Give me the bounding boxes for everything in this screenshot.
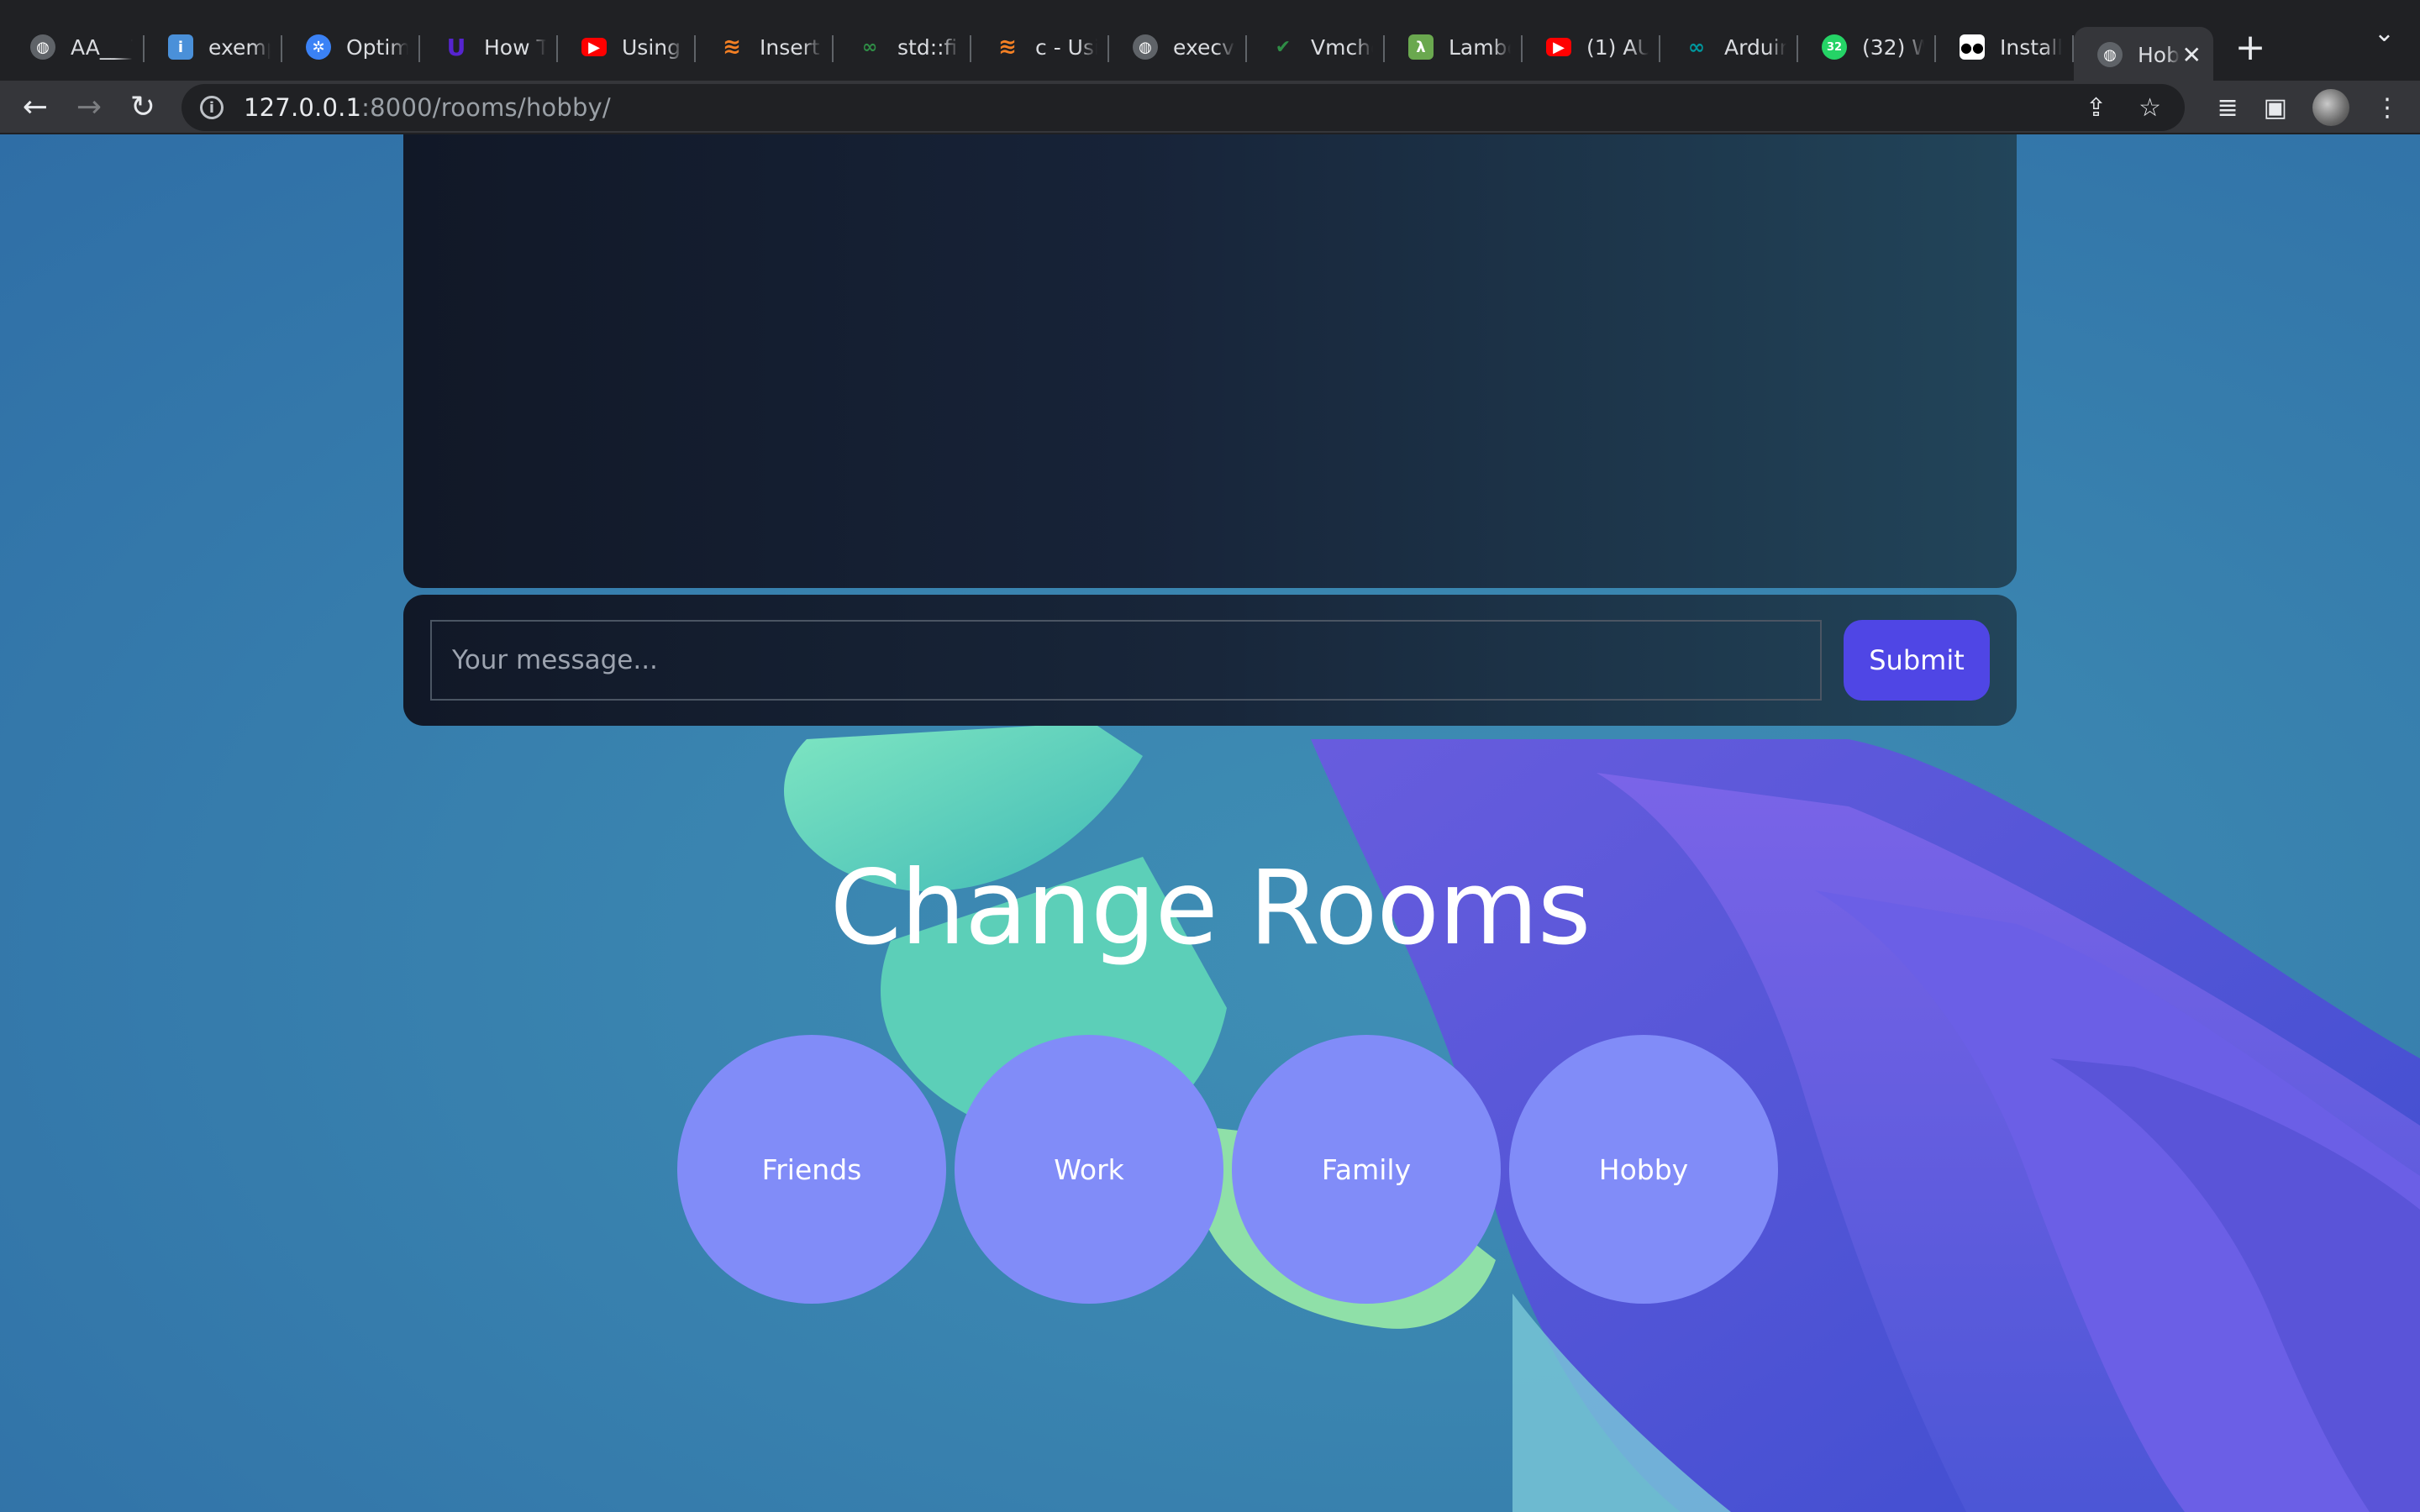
browser-toolbar: ← → ↻ i 127.0.0.1:8000/rooms/hobby/ ⇪ ☆ … <box>0 81 2420 134</box>
globe-icon: ◍ <box>30 34 55 60</box>
geeksforgeeks-icon: ∞ <box>861 36 878 58</box>
room-list: Friends Work Family Hobby <box>677 1035 1778 1305</box>
tab-search-chevron-icon[interactable]: ⌄ <box>2374 18 2395 48</box>
side-panel-icon[interactable]: ▣ <box>2264 93 2287 123</box>
browser-tab[interactable]: ✔Vmcheck <box>1247 20 1385 74</box>
browser-tab[interactable]: ✲Optimiz <box>282 20 420 74</box>
tab-list: ◍AA___T iexempl ✲Optimiz UHow To ▶Using … <box>0 13 2277 82</box>
whatsapp-icon: 32 <box>1822 34 1847 60</box>
browser-tab[interactable]: ∞Arduino <box>1660 20 1798 74</box>
room-label: Hobby <box>1598 1152 1689 1186</box>
browser-tab[interactable]: ≋Insert v <box>696 20 834 74</box>
optimize-icon: ✲ <box>306 34 331 60</box>
browser-tab[interactable]: iexempl <box>145 20 282 74</box>
stackoverflow-icon: ≋ <box>998 34 1017 60</box>
stackoverflow-icon: ≋ <box>723 34 741 60</box>
browser-tab[interactable]: UHow To <box>420 20 558 74</box>
address-bar[interactable]: i 127.0.0.1:8000/rooms/hobby/ ⇪ ☆ <box>182 84 2185 131</box>
site-info-icon[interactable]: i <box>200 96 224 119</box>
youtube-icon: ▶ <box>581 38 607 56</box>
submit-button[interactable]: Submit <box>1844 620 1990 701</box>
browser-tab[interactable]: ≋c - Usin <box>971 20 1109 74</box>
chat-message-form: Submit <box>403 595 2017 726</box>
globe-icon: ◍ <box>1133 34 1158 60</box>
back-button[interactable]: ← <box>8 80 62 134</box>
url-text[interactable]: 127.0.0.1:8000/rooms/hobby/ <box>244 93 611 122</box>
new-tab-button[interactable]: + <box>2223 20 2277 74</box>
room-label: Work <box>1054 1152 1124 1186</box>
globe-icon: ◍ <box>2097 42 2123 67</box>
browser-tab[interactable]: ∞std::find <box>834 20 971 74</box>
browser-tab[interactable]: ▶Using L <box>558 20 696 74</box>
youtube-icon: ▶ <box>1546 38 1571 56</box>
ibb-icon: i <box>168 34 193 60</box>
browser-tab-strip: ◍AA___T iexempl ✲Optimiz UHow To ▶Using … <box>0 0 2420 82</box>
reload-button[interactable]: ↻ <box>116 80 170 134</box>
menu-kebab-icon[interactable]: ⋮ <box>2375 93 2400 123</box>
room-family-button[interactable]: Family <box>1232 1035 1501 1304</box>
forward-button[interactable]: → <box>62 80 116 134</box>
media-queue-icon[interactable]: ≣ <box>2217 93 2238 123</box>
profile-avatar[interactable] <box>2312 89 2349 126</box>
room-hobby-button[interactable]: Hobby <box>1509 1035 1778 1304</box>
room-friends-button[interactable]: Friends <box>677 1035 946 1304</box>
browser-tab-active[interactable]: ◍ Hob ✕ <box>2074 27 2213 82</box>
chat-log-panel <box>403 134 2017 588</box>
browser-tab[interactable]: 32(32) Wh <box>1798 20 1936 74</box>
browser-tab[interactable]: ◍execve <box>1109 20 1247 74</box>
room-label: Family <box>1321 1152 1412 1186</box>
browser-tab[interactable]: ▶(1) AU I <box>1523 20 1660 74</box>
lambda-icon: λ <box>1408 34 1434 60</box>
udemy-icon: U <box>446 33 466 61</box>
room-work-button[interactable]: Work <box>955 1035 1223 1304</box>
arduino-icon: ∞ <box>1688 35 1705 59</box>
message-input[interactable] <box>430 620 1822 701</box>
close-tab-icon[interactable]: ✕ <box>2182 41 2202 69</box>
medium-icon: ●● <box>1960 34 1985 60</box>
bookmark-star-icon[interactable]: ☆ <box>2139 93 2161 123</box>
browser-tab[interactable]: ◍AA___T <box>7 20 145 74</box>
browser-tab[interactable]: ●●Install F <box>1936 20 2074 74</box>
room-label: Friends <box>761 1152 862 1186</box>
page-title: Change Rooms <box>829 848 1591 968</box>
check-icon: ✔ <box>1275 36 1292 58</box>
share-icon[interactable]: ⇪ <box>2086 93 2107 123</box>
page-viewport: Submit Change Rooms Friends Work Family … <box>0 134 2420 1512</box>
browser-tab[interactable]: λLambda <box>1385 20 1523 74</box>
